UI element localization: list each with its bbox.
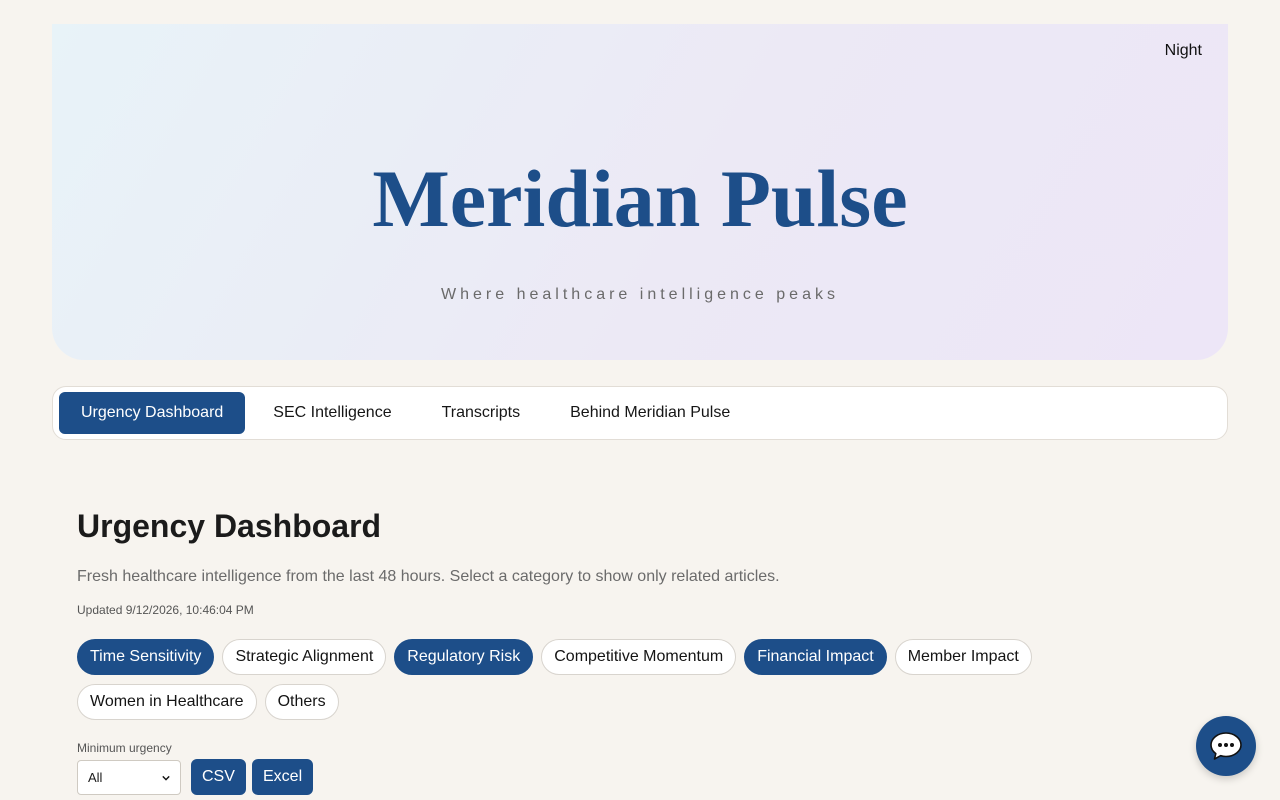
category-chip-financial-impact[interactable]: Financial Impact bbox=[744, 639, 887, 675]
category-filters: Time Sensitivity Strategic Alignment Reg… bbox=[77, 639, 1057, 720]
night-mode-toggle[interactable]: Night bbox=[1165, 42, 1202, 60]
category-chip-competitive-momentum[interactable]: Competitive Momentum bbox=[541, 639, 737, 675]
min-urgency-label: Minimum urgency bbox=[77, 741, 172, 755]
chat-button[interactable] bbox=[1196, 716, 1256, 776]
tab-transcripts[interactable]: Transcripts bbox=[420, 392, 543, 434]
category-chip-time-sensitivity[interactable]: Time Sensitivity bbox=[77, 639, 215, 675]
min-urgency-value: All bbox=[88, 770, 103, 785]
chat-bubble-icon bbox=[1210, 732, 1242, 760]
min-urgency-select[interactable]: All bbox=[77, 760, 181, 795]
export-excel-button[interactable]: Excel bbox=[252, 759, 314, 795]
page: Night Meridian Pulse Where healthcare in… bbox=[0, 0, 1280, 800]
export-csv-button[interactable]: CSV bbox=[191, 759, 246, 795]
site-tagline: Where healthcare intelligence peaks bbox=[441, 286, 839, 303]
category-chip-strategic-alignment[interactable]: Strategic Alignment bbox=[222, 639, 387, 675]
tab-urgency-dashboard[interactable]: Urgency Dashboard bbox=[59, 392, 246, 434]
category-chip-others[interactable]: Others bbox=[264, 684, 339, 720]
category-chip-regulatory-risk[interactable]: Regulatory Risk bbox=[394, 639, 534, 675]
site-title: Meridian Pulse bbox=[372, 153, 908, 244]
page-title: Urgency Dashboard bbox=[77, 508, 382, 544]
tab-behind-meridian-pulse[interactable]: Behind Meridian Pulse bbox=[548, 392, 752, 434]
category-chip-member-impact[interactable]: Member Impact bbox=[894, 639, 1032, 675]
hero-banner: Night Meridian Pulse Where healthcare in… bbox=[52, 24, 1228, 360]
tab-sec-intelligence[interactable]: SEC Intelligence bbox=[251, 392, 413, 434]
page-description: Fresh healthcare intelligence from the l… bbox=[77, 568, 780, 585]
main-nav: Urgency Dashboard SEC Intelligence Trans… bbox=[52, 386, 1228, 440]
updated-timestamp: Updated 9/12/2026, 10:46:04 PM bbox=[77, 603, 254, 617]
category-chip-women-in-healthcare[interactable]: Women in Healthcare bbox=[77, 684, 257, 720]
chevron-down-icon bbox=[162, 775, 170, 781]
